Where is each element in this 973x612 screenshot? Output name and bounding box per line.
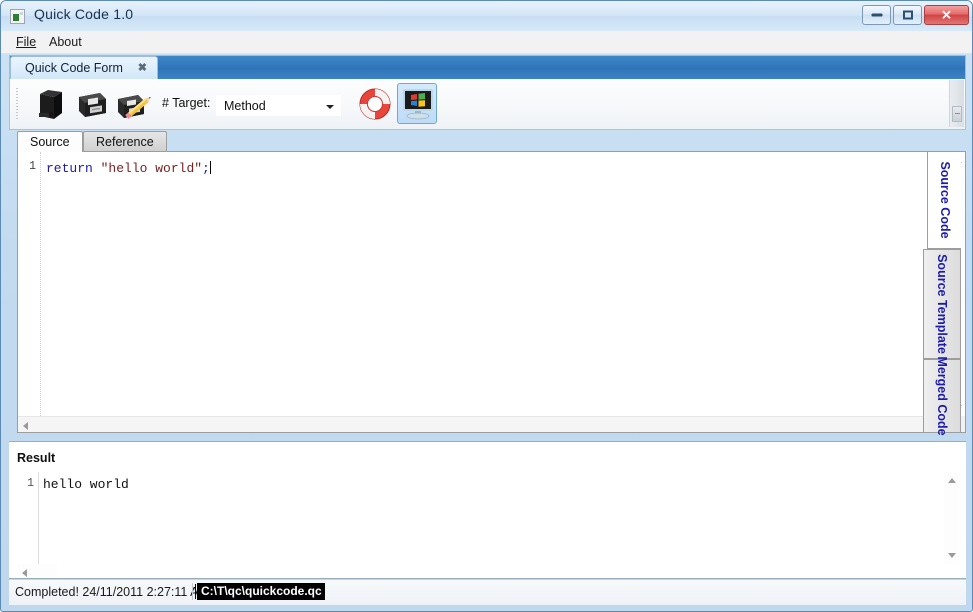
menu-item-file-label: File	[16, 35, 37, 49]
result-gutter: 1	[17, 472, 39, 578]
chevron-down-icon[interactable]	[326, 105, 334, 109]
save-button[interactable]	[73, 85, 111, 123]
folder-icon	[39, 90, 62, 119]
save-as-button[interactable]	[114, 85, 152, 123]
scroll-left-icon[interactable]	[23, 422, 28, 430]
status-bar: Completed! 24/11/2011 2:27:11 AM C:\T\qc…	[9, 579, 966, 605]
code-punctuation: ;	[202, 161, 210, 176]
maximize-button[interactable]	[893, 5, 922, 25]
toolbar-grip[interactable]	[16, 88, 18, 121]
run-button[interactable]	[397, 83, 437, 124]
result-text: hello world	[43, 477, 129, 492]
toolbar-overflow-thumb[interactable]	[952, 106, 962, 122]
text-caret	[209, 161, 211, 174]
menu-item-file[interactable]: File	[10, 34, 42, 50]
tab-label: Quick Code Form	[25, 61, 123, 75]
result-horizontal-scrollbar[interactable]	[17, 564, 57, 578]
help-button[interactable]	[356, 85, 394, 123]
status-separator	[192, 583, 193, 600]
result-title: Result	[17, 451, 56, 465]
status-message: Completed! 24/11/2011 2:27:11 AM	[15, 585, 209, 599]
line-number: 1	[29, 160, 36, 173]
minimize-button[interactable]	[862, 5, 891, 25]
side-tab-merged-code-label: Merged Code	[935, 356, 949, 436]
side-tab-strip: Source Code Source Template Merged Code	[923, 151, 966, 436]
editor-gutter: 1	[18, 152, 41, 432]
close-icon[interactable]: ✖	[138, 61, 147, 74]
toolbar: # Target:	[9, 79, 966, 130]
editor-horizontal-scrollbar[interactable]	[18, 416, 949, 432]
status-caret	[195, 584, 196, 599]
application-window: Quick Code 1.0 ✕ File About Quick Code F…	[0, 0, 973, 612]
source-code-editor[interactable]: 1 return "hello world";	[17, 151, 966, 433]
floppy-disk-pencil-icon	[118, 95, 151, 119]
menu-item-about-label: About	[49, 35, 82, 49]
open-file-button[interactable]	[32, 85, 70, 123]
monitor-windows-icon	[403, 89, 433, 120]
close-button[interactable]: ✕	[924, 5, 969, 25]
floppy-disk-icon	[79, 93, 106, 117]
tab-quick-code-form[interactable]: Quick Code Form ✖	[10, 56, 158, 80]
result-output[interactable]: 1 hello world	[9, 472, 966, 578]
menu-item-about[interactable]: About	[43, 34, 88, 50]
scroll-left-icon[interactable]	[22, 569, 27, 577]
side-tab-source-code[interactable]: Source Code	[927, 151, 961, 249]
code-line: return "hello world";	[46, 161, 211, 176]
status-file-path[interactable]: C:\T\qc\quickcode.qc	[197, 583, 325, 600]
close-icon: ✕	[941, 7, 952, 23]
window-controls: ✕	[862, 5, 969, 25]
window-title: Quick Code 1.0	[34, 6, 134, 22]
target-combobox-value: Method	[224, 99, 266, 113]
side-tab-source-template[interactable]: Source Template	[923, 249, 961, 359]
side-tab-merged-code[interactable]: Merged Code	[923, 356, 961, 436]
side-tab-source-template-label: Source Template	[935, 254, 949, 354]
tab-reference[interactable]: Reference	[83, 131, 167, 152]
result-panel: Result 1 hello world	[9, 441, 966, 579]
target-combobox[interactable]: Method	[216, 95, 341, 116]
code-keyword: return	[46, 161, 93, 176]
tab-source[interactable]: Source	[17, 131, 83, 152]
title-bar: Quick Code 1.0 ✕	[1, 1, 972, 32]
code-string: "hello world"	[100, 161, 203, 176]
result-vertical-scrollbar[interactable]	[944, 472, 958, 564]
toolbar-overflow[interactable]	[949, 80, 964, 127]
app-icon	[10, 9, 25, 24]
document-tab-strip: Quick Code Form ✖	[9, 55, 966, 80]
target-label: # Target:	[162, 96, 211, 110]
menu-bar: File About	[1, 31, 972, 54]
tab-source-label: Source	[30, 135, 70, 149]
side-tab-source-code-label: Source Code	[937, 161, 952, 239]
life-ring-icon	[359, 88, 391, 120]
result-line-number: 1	[27, 477, 34, 490]
tab-reference-label: Reference	[96, 135, 154, 149]
scroll-up-icon[interactable]	[948, 478, 956, 483]
scroll-down-icon[interactable]	[948, 553, 956, 558]
